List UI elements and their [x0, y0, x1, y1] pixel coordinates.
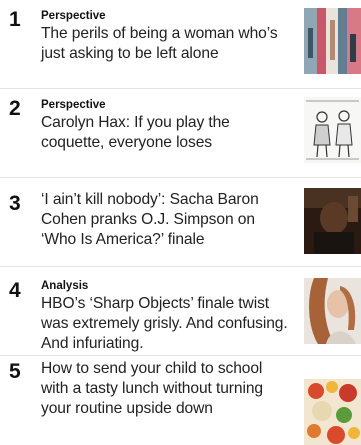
article-headline-link[interactable]: ‘I ain’t kill nobody’: Sacha Baron Cohen… [41, 190, 293, 250]
rank-number: 4 [9, 279, 21, 302]
article-label: Perspective [41, 99, 106, 111]
rank-number: 3 [9, 192, 21, 215]
most-read-list: 1 Perspective The perils of being a woma… [0, 0, 361, 445]
article-label: Analysis [41, 280, 89, 292]
photo-thumbnail-icon [304, 278, 361, 344]
rank-number: 5 [9, 360, 21, 383]
list-item[interactable]: 1 Perspective The perils of being a woma… [0, 0, 361, 88]
photo-thumbnail-icon [304, 188, 361, 254]
rank-number: 1 [9, 8, 21, 31]
cartoon-thumbnail-icon [304, 97, 361, 163]
list-item[interactable]: 5 How to send your child to school with … [0, 356, 361, 445]
article-headline-link[interactable]: Carolyn Hax: If you play the coquette, e… [41, 113, 293, 153]
food-photo-thumbnail-icon [304, 379, 361, 445]
illustration-thumbnail-icon [304, 8, 361, 74]
list-item[interactable]: 2 Perspective Carolyn Hax: If you play t… [0, 89, 361, 177]
article-thumbnail[interactable] [304, 97, 361, 163]
article-thumbnail[interactable] [304, 8, 361, 74]
article-label: Perspective [41, 10, 106, 22]
rank-number: 2 [9, 97, 21, 120]
article-headline-link[interactable]: HBO’s ‘Sharp Objects’ finale twist was e… [41, 294, 293, 354]
article-thumbnail[interactable] [304, 278, 361, 344]
list-item[interactable]: 3 ‘I ain’t kill nobody’: Sacha Baron Coh… [0, 178, 361, 266]
article-headline-link[interactable]: How to send your child to school with a … [41, 359, 293, 419]
article-thumbnail[interactable] [304, 379, 361, 445]
article-thumbnail[interactable] [304, 188, 361, 254]
list-item[interactable]: 4 Analysis HBO’s ‘Sharp Objects’ finale … [0, 267, 361, 355]
article-headline-link[interactable]: The perils of being a woman who’s just a… [41, 24, 293, 64]
